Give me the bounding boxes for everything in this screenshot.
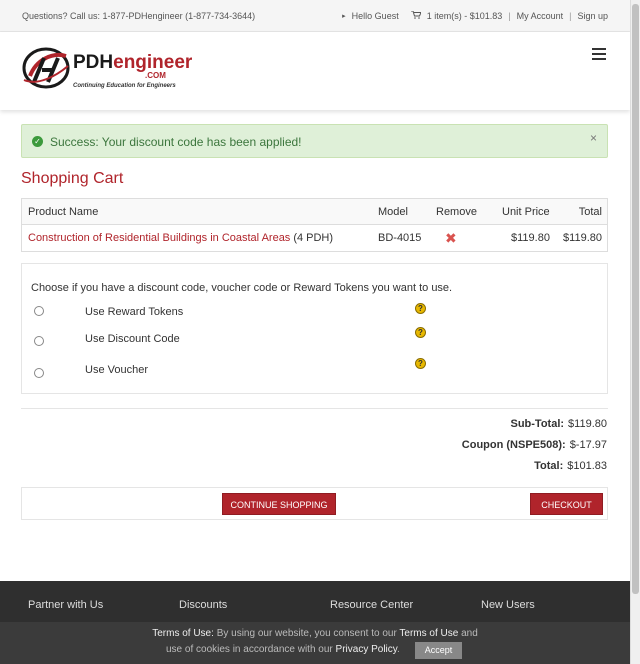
discount-panel: Choose if you have a discount code, vouc… xyxy=(21,263,608,394)
option-label: Use Reward Tokens xyxy=(85,306,184,318)
cookie-period: . xyxy=(397,644,400,655)
total-row: Total: $101.83 xyxy=(534,460,607,472)
remove-x-icon[interactable]: ✖ xyxy=(445,230,457,247)
cookie-text-1: By using our website, you consent to our xyxy=(216,628,397,639)
question-icon[interactable]: ? xyxy=(415,327,426,338)
privacy-policy-link[interactable]: Privacy Policy xyxy=(336,644,398,655)
product-unit-price: $119.80 xyxy=(511,232,550,244)
table-header-row: Product Name Model Remove Unit Price Tot… xyxy=(22,199,607,225)
footer-discounts[interactable]: Discounts xyxy=(179,599,227,611)
question-icon[interactable]: ? xyxy=(415,358,426,369)
product-name-cell: Construction of Residential Buildings in… xyxy=(28,232,333,244)
contact-phone: Questions? Call us: 1-877-PDHengineer (1… xyxy=(22,11,256,21)
sign-up-link[interactable]: Sign up xyxy=(577,11,608,21)
total-value: $101.83 xyxy=(567,460,607,472)
cart-summary-link[interactable]: 1 item(s) - $101.83 xyxy=(427,11,503,21)
option-label: Use Discount Code xyxy=(85,333,180,345)
subtotal-value: $119.80 xyxy=(568,418,607,430)
top-bar-links: ▸ Hello Guest 1 item(s) - $101.83 | My A… xyxy=(342,10,608,21)
footer-resource-center[interactable]: Resource Center xyxy=(330,599,413,611)
footer-new-users[interactable]: New Users xyxy=(481,599,535,611)
cart-actions: Continue Shopping Checkout xyxy=(21,487,608,520)
divider xyxy=(21,408,608,409)
terms-of-use-link[interactable]: Terms of Use xyxy=(399,628,458,639)
total-label: Total: xyxy=(534,460,564,472)
header-unit-price: Unit Price xyxy=(502,205,550,218)
checkout-button[interactable]: Checkout xyxy=(530,493,603,515)
page-scrollbar[interactable] xyxy=(630,0,640,664)
logo-name-main: PDH xyxy=(73,52,114,73)
my-account-link[interactable]: My Account xyxy=(517,11,564,21)
site-logo[interactable]: PDHengineer .COM Continuing Education fo… xyxy=(22,46,202,94)
check-circle-icon: ✓ xyxy=(32,136,43,147)
logo-name-accent: engineer xyxy=(113,52,193,73)
top-bar: Questions? Call us: 1-877-PDHengineer (1… xyxy=(0,0,630,32)
scrollbar-thumb[interactable] xyxy=(632,4,639,594)
hamburger-menu-icon[interactable] xyxy=(592,48,606,60)
success-alert: ✓ Success: Your discount code has been a… xyxy=(21,124,608,158)
header-model: Model xyxy=(378,205,408,218)
coupon-label: Coupon (NSPE508): xyxy=(461,439,566,451)
cart-icon xyxy=(410,10,422,21)
product-model: BD-4015 xyxy=(378,232,422,244)
product-link[interactable]: Construction of Residential Buildings in… xyxy=(28,232,290,244)
logo-wordmark: PDHengineer xyxy=(73,52,192,74)
reward-tokens-radio[interactable] xyxy=(34,306,44,316)
product-pdh: (4 PDH) xyxy=(293,232,334,244)
accept-cookies-button[interactable]: Accept xyxy=(415,642,462,659)
separator: | xyxy=(508,11,511,21)
subtotal-row: Sub-Total: $119.80 xyxy=(510,418,607,430)
discount-prompt: Choose if you have a discount code, vouc… xyxy=(31,282,453,294)
continue-shopping-button[interactable]: Continue Shopping xyxy=(222,493,336,515)
separator: | xyxy=(569,11,572,21)
cookie-terms-label: Terms of Use: xyxy=(152,628,214,639)
coupon-value: $-17.97 xyxy=(569,439,607,451)
site-header: PDHengineer .COM Continuing Education fo… xyxy=(0,32,630,110)
alert-message: Success: Your discount code has been app… xyxy=(50,135,302,149)
table-row: Construction of Residential Buildings in… xyxy=(22,225,607,251)
footer-partner-with-us[interactable]: Partner with Us xyxy=(28,599,103,611)
cookie-line-2: use of cookies in accordance with our Pr… xyxy=(166,644,400,655)
cookie-and: and xyxy=(461,628,478,639)
option-label: Use Voucher xyxy=(85,364,148,376)
logo-tagline: Continuing Education for Engineers xyxy=(73,83,176,89)
header-product-name: Product Name xyxy=(28,205,99,218)
cookie-banner: Terms of Use: By using our website, you … xyxy=(0,622,630,664)
header-total: Total xyxy=(578,205,602,218)
product-total: $119.80 xyxy=(563,232,602,244)
coupon-row: Coupon (NSPE508): $-17.97 xyxy=(462,439,607,451)
close-icon[interactable]: × xyxy=(590,131,597,145)
cart-table: Product Name Model Remove Unit Price Tot… xyxy=(21,198,608,252)
voucher-radio[interactable] xyxy=(34,368,44,378)
question-icon[interactable]: ? xyxy=(415,303,426,314)
subtotal-label: Sub-Total: xyxy=(510,418,565,430)
header-remove: Remove xyxy=(436,205,477,218)
hello-guest-link[interactable]: Hello Guest xyxy=(352,11,399,21)
cookie-line-1: Terms of Use: By using our website, you … xyxy=(0,628,630,639)
discount-code-radio[interactable] xyxy=(34,336,44,346)
cookie-text-2: use of cookies in accordance with our xyxy=(166,644,333,655)
logo-suffix: .COM xyxy=(145,71,166,80)
user-caret-icon: ▸ xyxy=(342,13,346,20)
page-title: Shopping Cart xyxy=(21,170,124,187)
